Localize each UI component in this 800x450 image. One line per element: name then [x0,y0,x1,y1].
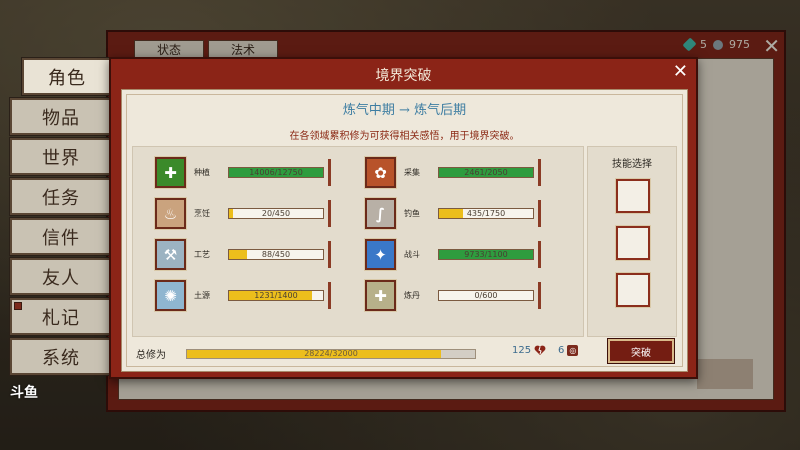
skill-row: ∫ 钓鱼 435/1750 [364,197,541,230]
total-progress-text: 28224/32000 [304,348,358,358]
total-label: 总修为 [136,350,166,361]
crafting-icon[interactable]: ⚒ [154,238,187,271]
skill-select-title: 技能选择 [612,159,652,170]
skill-progress-bar: 435/1750 [438,208,534,219]
skill-name: 工艺 [194,250,210,259]
cooking-icon[interactable]: ♨ [154,197,187,230]
menu-item-character[interactable]: 角色 [21,57,113,96]
menu-item-world[interactable]: 世界 [9,137,113,176]
skill-row: ✚ 炼丹 0/600 [364,279,541,312]
menu-item-quests[interactable]: 任务 [9,177,113,216]
skill-progress-text: 14006/12750 [249,168,303,177]
skill-progress-bar: 0/600 [438,290,534,301]
menu-item-system[interactable]: 系统 [9,337,113,376]
skill-row: ✚ 种植 14006/12750 [154,156,331,189]
skill-progress-bar: 14006/12750 [228,167,324,178]
row-divider [328,159,331,186]
skill-name: 战斗 [404,250,420,259]
heart-count: 125 [512,345,532,356]
badge-stat: 6 ◎ [558,345,579,356]
skill-slot[interactable] [615,178,651,214]
skill-slot[interactable] [615,272,651,308]
broken-heart-icon [534,345,546,355]
skill-progress-bar: 2461/2050 [438,167,534,178]
plant-plus-icon[interactable]: ✚ [154,156,187,189]
skill-progress-text: 435/1750 [466,209,506,218]
total-cultivation: 总修为 28224/32000 [136,346,476,361]
alchemy-icon[interactable]: ✚ [364,279,397,312]
row-divider [328,282,331,309]
skill-progress-text: 20/450 [261,209,291,218]
new-marker-icon [14,302,22,310]
earth-icon[interactable]: ✺ [154,279,187,312]
skill-progress-bar: 88/450 [228,249,324,260]
total-progress-bar: 28224/32000 [186,348,476,359]
skill-name: 种植 [194,168,210,177]
skills-grid: ✚ 种植 14006/12750 ✿ 采集 2461/2050 ♨ 烹饪 20/450 ∫ 钓鱼 43… [132,146,584,337]
skill-progress-bar: 1231/1400 [228,290,324,301]
menu-item-journal-label: 札记 [42,307,80,329]
row-divider [538,241,541,268]
row-divider [328,241,331,268]
heart-stat: 125 [512,345,546,356]
skill-progress-text: 1231/1400 [254,291,298,300]
menu-item-mail[interactable]: 信件 [9,217,113,256]
skill-name: 采集 [404,168,420,177]
skill-row: ✦ 战斗 9733/1100 [364,238,541,271]
dialog-body: 炼气中期 → 炼气后期 在各领域累积修为可获得相关感悟，用于境界突破。 ✚ 种植 1… [121,89,688,372]
skill-name: 土源 [194,291,210,300]
skill-name: 钓鱼 [404,209,420,218]
row-divider [328,200,331,227]
dialog-title: 境界突破 [375,68,432,84]
breakthrough-dialog: 境界突破 ✕ 炼气中期 → 炼气后期 在各领域累积修为可获得相关感悟，用于境界突… [109,57,698,379]
breakthrough-button[interactable]: 突破 [607,338,675,364]
watermark-logo: 斗鱼 [10,385,38,401]
gather-icon[interactable]: ✿ [364,156,397,189]
menu-item-items[interactable]: 物品 [9,97,113,136]
skill-row: ✺ 土源 1231/1400 [154,279,331,312]
skill-row: ⚒ 工艺 88/450 [154,238,331,271]
seal-icon: ◎ [567,345,579,356]
row-divider [538,200,541,227]
row-divider [538,282,541,309]
main-menu: 角色 物品 世界 任务 信件 友人 札记 系统 [9,57,113,378]
fishing-icon[interactable]: ∫ [364,197,397,230]
skill-row: ✿ 采集 2461/2050 [364,156,541,189]
combat-icon[interactable]: ✦ [364,238,397,271]
skill-progress-bar: 20/450 [228,208,324,219]
row-divider [538,159,541,186]
menu-item-friends[interactable]: 友人 [9,257,113,296]
skill-name: 炼丹 [404,291,420,300]
menu-item-journal[interactable]: 札记 [9,297,113,336]
skill-slot[interactable] [615,225,651,261]
close-icon[interactable]: ✕ [673,61,688,82]
skill-progress-text: 88/450 [261,250,291,259]
skill-progress-text: 9733/1100 [464,250,508,259]
skill-progress-text: 2461/2050 [464,168,508,177]
skill-name: 烹饪 [194,209,210,218]
skill-progress-text: 0/600 [474,291,498,300]
skill-row: ♨ 烹饪 20/450 [154,197,331,230]
hint-text: 在各领域累积修为可获得相关感悟，用于境界突破。 [289,131,520,142]
skill-select-panel: 技能选择 [587,146,677,337]
badge-count: 6 [558,345,565,356]
skill-progress-bar: 9733/1100 [438,249,534,260]
realm-progress: 炼气中期 → 炼气后期 [342,103,467,118]
